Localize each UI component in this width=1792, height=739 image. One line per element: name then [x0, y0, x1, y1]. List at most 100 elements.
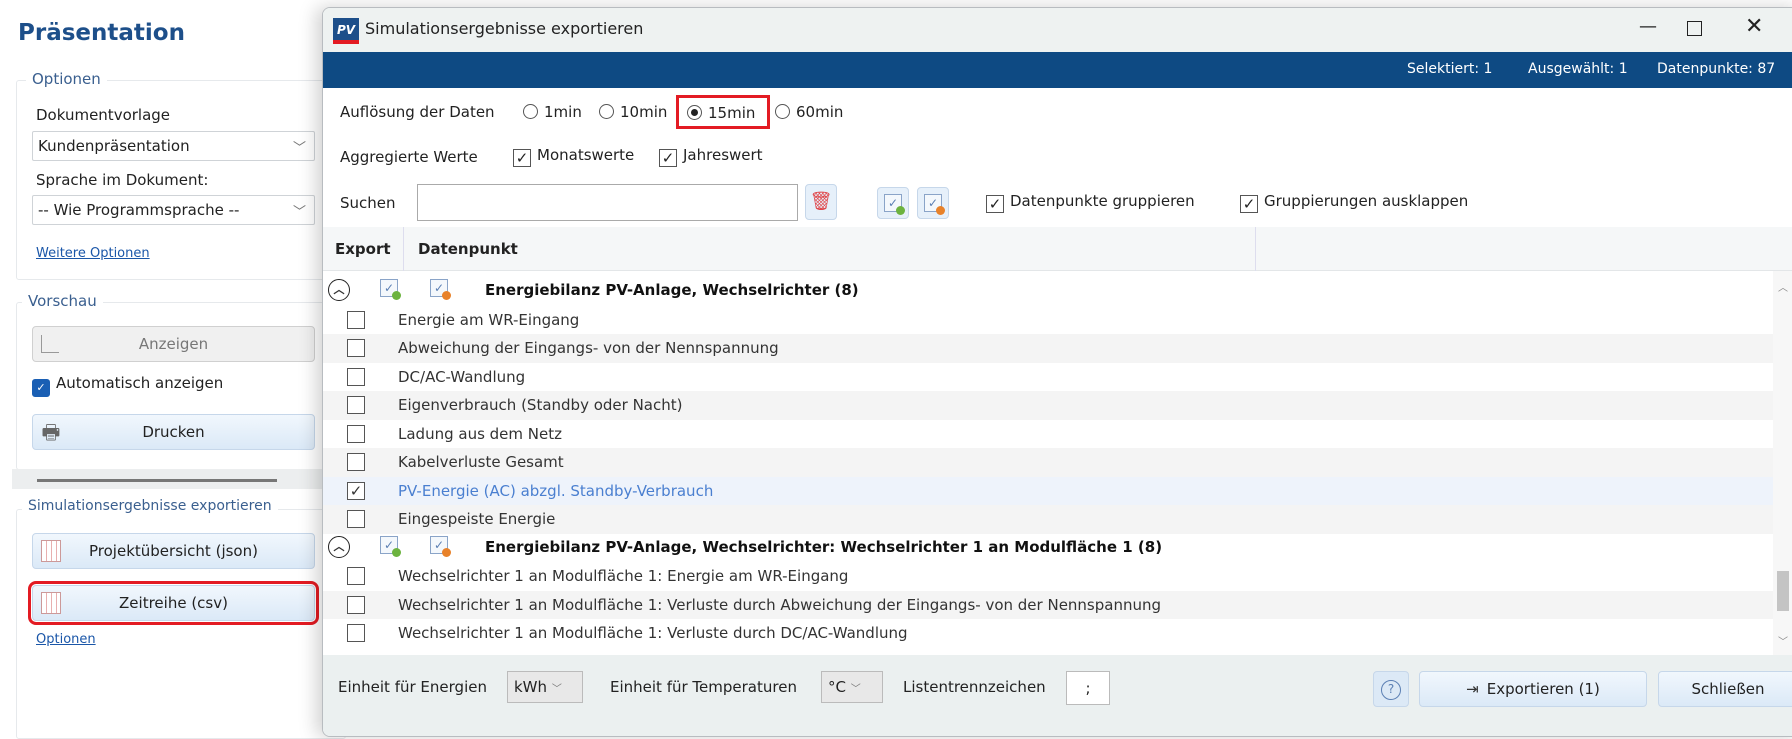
- close-dialog-button[interactable]: Schließen: [1658, 671, 1792, 707]
- preview-legend: Vorschau: [22, 292, 103, 310]
- datapoint-list: ︿ ✓ ✓ Energiebilanz PV-Anlage, Wechselri…: [323, 271, 1773, 656]
- print-button[interactable]: 🖶Drucken: [32, 414, 315, 450]
- show-preview-button[interactable]: Anzeigen: [32, 326, 315, 362]
- datapoint-label: Energie am WR-Eingang: [398, 311, 579, 329]
- template-value: Kundenpräsentation: [38, 137, 190, 155]
- scroll-down-icon[interactable]: ﹀: [1778, 633, 1788, 648]
- expand-groups-checkbox[interactable]: ✓Gruppierungen ausklappen: [1240, 192, 1468, 213]
- check-add-icon[interactable]: ✓: [380, 279, 398, 297]
- help-button[interactable]: ?: [1373, 671, 1409, 707]
- temp-unit-value: °C: [828, 678, 846, 696]
- checkmark-icon: ✓: [1240, 195, 1258, 213]
- datapoint-row[interactable]: Wechselrichter 1 an Modulfläche 1: Energ…: [323, 562, 1773, 591]
- pv-logo-icon: PV: [333, 18, 359, 44]
- monthly-checkbox[interactable]: ✓Monatswerte: [513, 146, 634, 167]
- radio-15min[interactable]: 15min: [676, 95, 770, 129]
- radio-10min[interactable]: 10min: [599, 103, 667, 121]
- close-button[interactable]: ✕: [1745, 14, 1763, 39]
- datapoint-row[interactable]: Abweichung der Eingangs- von der Nennspa…: [323, 334, 1773, 363]
- scrollbar[interactable]: ︿ ﹀: [1773, 271, 1792, 656]
- datapoint-row[interactable]: DC/AC-Wandlung: [323, 363, 1773, 392]
- close-button-label: Schließen: [1691, 680, 1764, 698]
- checkbox[interactable]: [347, 311, 365, 329]
- column-export[interactable]: Export: [335, 240, 391, 258]
- group-row[interactable]: ︿ ✓ ✓ Energiebilanz PV-Anlage, Wechselri…: [323, 277, 1773, 306]
- datapoint-row[interactable]: Eigenverbrauch (Standby oder Nacht): [323, 391, 1773, 420]
- search-input[interactable]: [417, 184, 798, 221]
- checkbox[interactable]: [347, 396, 365, 414]
- separator-label: Listentrennzeichen: [903, 678, 1046, 696]
- group-row[interactable]: ︿ ✓ ✓ Energiebilanz PV-Anlage, Wechselri…: [323, 534, 1773, 563]
- group-datapoints-label: Datenpunkte gruppieren: [1010, 192, 1195, 210]
- check-remove-icon[interactable]: ✓: [430, 536, 448, 554]
- scrollbar-thumb[interactable]: [1777, 571, 1789, 611]
- checkbox[interactable]: [347, 368, 365, 386]
- auto-show-label: Automatisch anzeigen: [56, 374, 223, 392]
- title-bar: PV Simulationsergebnisse exportieren — ✕: [323, 8, 1792, 52]
- check-remove-icon[interactable]: ✓: [430, 279, 448, 297]
- separator-input[interactable]: ;: [1066, 671, 1110, 705]
- check-remove-icon: ✓: [924, 194, 942, 212]
- datapoint-label: Eigenverbrauch (Standby oder Nacht): [398, 396, 683, 414]
- datapoint-row[interactable]: Eingespeiste Energie: [323, 505, 1773, 534]
- printer-icon: 🖶: [41, 421, 61, 443]
- yearly-checkbox[interactable]: ✓Jahreswert: [659, 146, 763, 167]
- checkbox[interactable]: [347, 596, 365, 614]
- minimize-button[interactable]: —: [1639, 16, 1657, 37]
- energy-unit-value: kWh: [514, 678, 547, 696]
- datapoint-row[interactable]: Energie am WR-Eingang: [323, 306, 1773, 335]
- auto-show-checkbox[interactable]: ✓Automatisch anzeigen: [32, 374, 223, 397]
- export-options-link[interactable]: Optionen: [36, 632, 96, 647]
- checkbox[interactable]: [347, 624, 365, 642]
- language-select[interactable]: -- Wie Programmsprache --﹀: [32, 195, 315, 225]
- datapoint-row[interactable]: Wechselrichter 1 an Modulfläche 1: Verlu…: [323, 591, 1773, 620]
- select-all-button[interactable]: ✓: [877, 187, 909, 219]
- table-header: Export Datenpunkt: [323, 227, 1792, 271]
- checkbox[interactable]: [347, 567, 365, 585]
- maximize-button[interactable]: [1687, 21, 1702, 36]
- datapoint-label: Wechselrichter 1 an Modulfläche 1: Energ…: [398, 567, 848, 585]
- collapse-chevron-up-icon[interactable]: ︿: [328, 279, 350, 301]
- radio-1min[interactable]: 1min: [523, 103, 582, 121]
- more-options-link[interactable]: Weitere Optionen: [36, 246, 150, 261]
- splitter[interactable]: [12, 469, 330, 489]
- export-button-label: Exportieren (1): [1487, 680, 1600, 698]
- column-datapoint[interactable]: Datenpunkt: [418, 240, 518, 258]
- collapse-chevron-up-icon[interactable]: ︿: [328, 536, 350, 558]
- dialog-title: Simulationsergebnisse exportieren: [365, 19, 643, 38]
- deselect-all-button[interactable]: ✓: [917, 187, 949, 219]
- export-button[interactable]: ⇥Exportieren (1): [1419, 671, 1647, 707]
- group-datapoints-checkbox[interactable]: ✓ Datenpunkte gruppieren: [986, 192, 1195, 213]
- column-divider: [403, 227, 404, 271]
- checkbox[interactable]: [347, 339, 365, 357]
- project-overview-json-button[interactable]: Projektübersicht (json): [32, 533, 315, 569]
- checkmark-icon: ✓: [986, 195, 1004, 213]
- datapoint-count: Datenpunkte: 87: [1657, 61, 1775, 77]
- check-add-icon[interactable]: ✓: [380, 536, 398, 554]
- check-add-icon: ✓: [884, 194, 902, 212]
- datapoint-row[interactable]: Kabelverluste Gesamt: [323, 448, 1773, 477]
- export-dialog: PV Simulationsergebnisse exportieren — ✕…: [322, 7, 1792, 737]
- scroll-up-icon[interactable]: ︿: [1778, 279, 1788, 294]
- timeseries-csv-button[interactable]: Zeitreihe (csv): [32, 585, 315, 621]
- temp-unit-select[interactable]: °C ﹀: [821, 671, 883, 703]
- checkmark-icon: ✓: [659, 149, 677, 167]
- aggregated-label: Aggregierte Werte: [340, 148, 478, 166]
- datapoint-row[interactable]: ✓PV-Energie (AC) abzgl. Standby-Verbrauc…: [323, 477, 1773, 506]
- datapoint-row[interactable]: Wechselrichter 1 an Modulfläche 1: Verlu…: [323, 619, 1773, 648]
- export-legend: Simulationsergebnisse exportieren: [22, 498, 278, 514]
- clear-search-trash-icon[interactable]: 🗑: [805, 184, 837, 220]
- checkbox[interactable]: [347, 510, 365, 528]
- datapoint-row[interactable]: Ladung aus dem Netz: [323, 420, 1773, 449]
- radio-60min[interactable]: 60min: [775, 103, 843, 121]
- checkbox[interactable]: [347, 425, 365, 443]
- splitter-handle[interactable]: [37, 479, 277, 482]
- checkbox-checked[interactable]: ✓: [347, 482, 365, 500]
- selected-count: Selektiert: 1: [1407, 61, 1492, 77]
- checkbox[interactable]: [347, 453, 365, 471]
- search-label: Suchen: [340, 194, 396, 212]
- template-select[interactable]: Kundenpräsentation﹀: [32, 131, 315, 161]
- datapoint-label: Eingespeiste Energie: [398, 510, 555, 528]
- energy-unit-select[interactable]: kWh ﹀: [507, 671, 583, 703]
- template-label: Dokumentvorlage: [36, 106, 170, 124]
